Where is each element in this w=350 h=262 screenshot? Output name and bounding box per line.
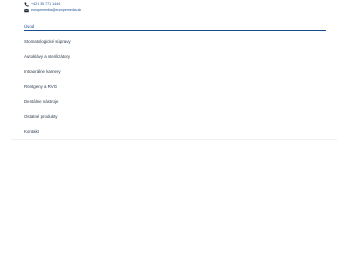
menu-item-ostatne-produkty[interactable]: Ostatné produkty [24,109,326,124]
phone-icon [24,2,29,7]
envelope-icon [24,8,29,13]
menu-item-label: Autoklávy a sterilizátory [24,54,71,59]
menu-item-dentalne-nastroje[interactable]: Dentálne nástroje [24,94,326,109]
menu-item-label: Kontakt [24,129,39,134]
menu-item-intraoralne-kamery[interactable]: Intraorálne kamery [24,64,326,79]
contact-email: europemedia@europemedia.sk [31,7,82,12]
page: +421 35 771 1444 europemedia@europemedia… [0,0,350,262]
contact-email-row[interactable]: europemedia@europemedia.sk [24,7,81,13]
menu-item-label: Ostatné produkty [24,114,58,119]
contact-info: +421 35 771 1444 europemedia@europemedia… [24,1,81,13]
contact-phone: +421 35 771 1444 [31,1,61,6]
menu-item-kontakt[interactable]: Kontakt [24,124,326,139]
menu-item-rontgeny[interactable]: Röntgeny a RVG [24,79,326,94]
menu-item-label: Úvod [24,23,35,29]
menu-item-uvod[interactable]: Úvod [24,22,326,31]
menu-item-stomatologicke-supravy[interactable]: Stomatologické súpravy [24,34,326,49]
menu-item-label: Dentálne nástroje [24,99,59,104]
menu-item-label: Stomatologické súpravy [24,39,71,44]
menu-bottom-divider [11,139,337,140]
menu-item-label: Röntgeny a RVG [24,84,58,89]
menu-item-autoklavy[interactable]: Autoklávy a sterilizátory [24,49,326,64]
menu-item-label: Intraorálne kamery [24,69,61,74]
main-menu: Úvod Stomatologické súpravy Autoklávy a … [24,22,326,139]
